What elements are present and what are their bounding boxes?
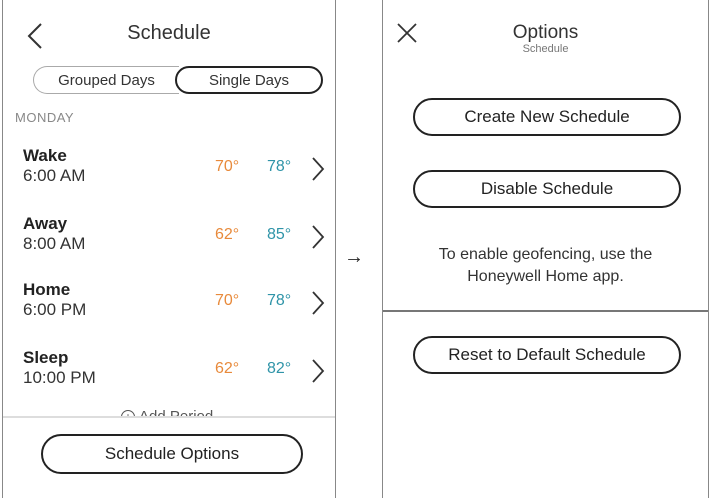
period-row-wake[interactable]: Wake 6:00 AM 70° 78° xyxy=(3,146,335,206)
period-name: Away xyxy=(23,214,68,233)
options-screen: Options Schedule Create New Schedule Dis… xyxy=(382,0,709,498)
page-title: Schedule xyxy=(127,22,211,44)
period-time: 10:00 PM xyxy=(23,368,96,387)
chevron-right-icon[interactable] xyxy=(311,156,325,182)
heat-setpoint: 62° xyxy=(215,360,240,377)
cool-setpoint: 78° xyxy=(267,158,292,175)
period-name: Home xyxy=(23,280,71,299)
cool-setpoint: 82° xyxy=(267,360,292,377)
heat-setpoint: 62° xyxy=(215,226,240,243)
cool-setpoint: 78° xyxy=(267,292,292,309)
grouped-days-tab[interactable]: Grouped Days xyxy=(33,66,179,94)
period-row-sleep[interactable]: Sleep 10:00 PM 62° 82° xyxy=(3,348,335,408)
single-days-tab[interactable]: Single Days xyxy=(175,66,323,94)
chevron-right-icon[interactable] xyxy=(311,290,325,316)
period-row-away[interactable]: Away 8:00 AM 62° 85° xyxy=(3,214,335,274)
chevron-right-icon[interactable] xyxy=(311,358,325,384)
page-title: Options xyxy=(512,22,579,43)
geofencing-note-line1: To enable geofencing, use the xyxy=(438,246,653,263)
page-subtitle: Schedule xyxy=(522,43,569,55)
geofencing-note-line2: Honeywell Home app. xyxy=(467,268,624,285)
flow-arrow: → xyxy=(344,246,364,268)
period-time: 6:00 AM xyxy=(23,166,86,185)
reset-default-schedule-button[interactable]: Reset to Default Schedule xyxy=(413,336,681,374)
period-time: 6:00 PM xyxy=(23,300,87,319)
cool-setpoint: 85° xyxy=(267,226,292,243)
period-row-home[interactable]: Home 6:00 PM 70° 78° xyxy=(3,280,335,340)
period-time: 8:00 AM xyxy=(23,234,86,253)
heat-setpoint: 70° xyxy=(215,292,240,309)
day-heading: MONDAY xyxy=(15,110,75,125)
divider xyxy=(383,310,708,312)
disable-schedule-button[interactable]: Disable Schedule xyxy=(413,170,681,208)
divider xyxy=(3,416,335,418)
period-name: Wake xyxy=(23,146,67,165)
create-new-schedule-button[interactable]: Create New Schedule xyxy=(413,98,681,136)
heat-setpoint: 70° xyxy=(215,158,240,175)
period-name: Sleep xyxy=(23,348,69,367)
chevron-right-icon[interactable] xyxy=(311,224,325,250)
geofencing-note: To enable geofencing, use the Honeywell … xyxy=(383,244,708,288)
schedule-screen: Schedule Grouped Days Single Days MONDAY… xyxy=(2,0,336,498)
day-mode-toggle: Grouped Days Single Days xyxy=(33,66,323,94)
schedule-options-button[interactable]: Schedule Options xyxy=(41,434,303,474)
schedule-header: Schedule xyxy=(3,0,335,62)
